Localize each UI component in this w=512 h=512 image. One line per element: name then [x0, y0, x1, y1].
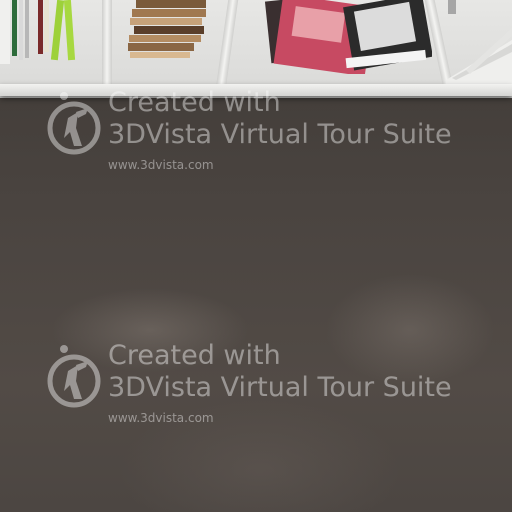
watermark: Created with 3DVista Virtual Tour Suite …	[46, 88, 506, 178]
3dvista-logo-icon	[47, 92, 101, 155]
panorama-viewport[interactable]: Created with 3DVista Virtual Tour Suite …	[0, 0, 512, 512]
watermark-url: www.3dvista.com	[108, 411, 214, 425]
watermark-line-1: Created with	[108, 340, 281, 371]
pens-cup	[0, 0, 80, 66]
watermark-line-1: Created with	[108, 87, 281, 118]
watermark: Created with 3DVista Virtual Tour Suite …	[46, 341, 506, 431]
papers-stack	[446, 0, 512, 84]
watermark-url: www.3dvista.com	[108, 158, 214, 172]
3dvista-logo-icon	[47, 345, 101, 408]
watermark-line-2: 3DVista Virtual Tour Suite	[108, 372, 452, 403]
bookshelf	[0, 0, 512, 98]
book-stack	[126, 0, 210, 60]
shelf-divider	[102, 0, 112, 88]
magazines	[262, 0, 433, 77]
watermark-line-2: 3DVista Virtual Tour Suite	[108, 119, 452, 150]
shelf-divider	[215, 0, 239, 88]
